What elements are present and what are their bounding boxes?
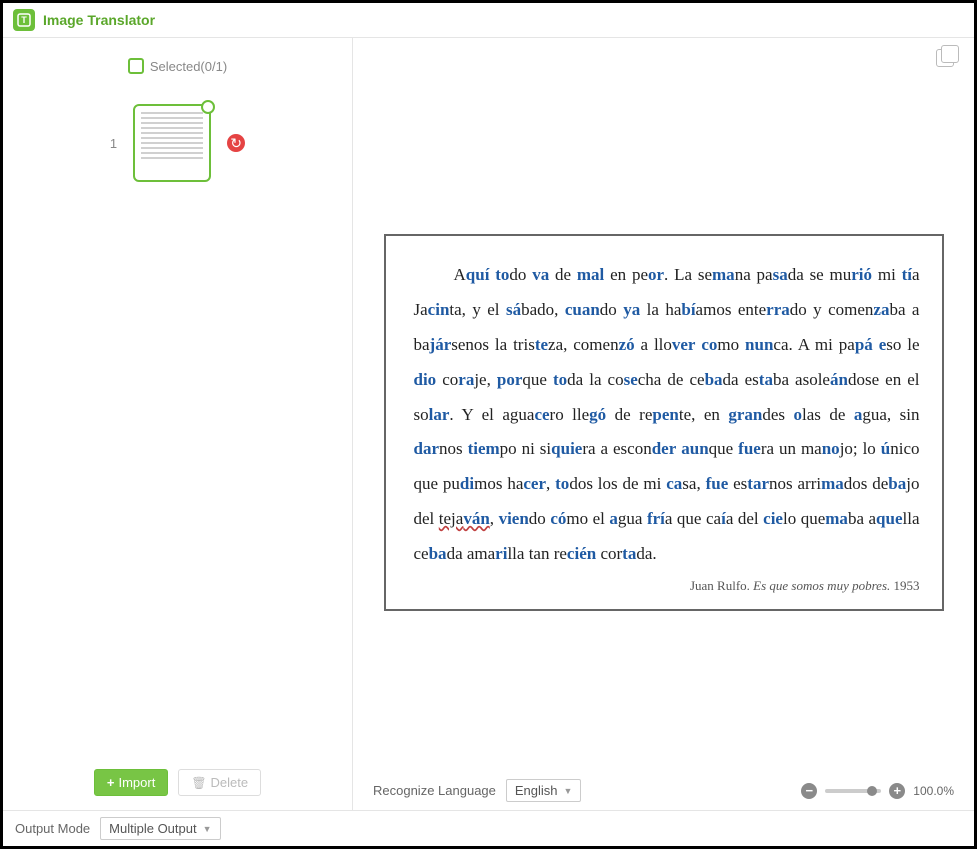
thumbnail-row: 1 ↻ — [15, 104, 340, 182]
zoom-value: 100.0% — [913, 784, 954, 798]
header: T Image Translator — [3, 3, 974, 38]
content: Aquí todo va de mal en peor. La semana p… — [353, 38, 974, 810]
output-mode-select[interactable]: Multiple Output ▼ — [100, 817, 220, 840]
select-all-checkbox[interactable] — [128, 58, 144, 74]
thumbnail-preview — [141, 112, 203, 174]
delete-label: Delete — [211, 775, 249, 790]
sidebar-actions: + Import 🗑 Delete — [15, 769, 340, 800]
bottombar: Output Mode Multiple Output ▼ — [3, 810, 974, 846]
zoom-out-button[interactable]: − — [801, 783, 817, 799]
delete-button[interactable]: 🗑 Delete — [178, 769, 261, 796]
app-icon: T — [13, 9, 35, 31]
zoom-slider-knob[interactable] — [867, 786, 877, 796]
document-preview: Aquí todo va de mal en peor. La semana p… — [384, 234, 944, 610]
caret-down-icon: ▼ — [564, 786, 573, 796]
app-title: Image Translator — [43, 12, 155, 28]
select-all-label: Selected(0/1) — [150, 59, 227, 74]
attribution-year: 1953 — [894, 578, 920, 593]
recognize-language-label: Recognize Language — [373, 783, 496, 798]
recognize-language-row: Recognize Language English ▼ — [373, 779, 581, 802]
document-attribution: Juan Rulfo. Es que somos muy pobres. 195… — [414, 578, 920, 595]
thumbnail-select-dot[interactable] — [201, 100, 215, 114]
zoom-controls: − + 100.0% — [801, 783, 954, 799]
output-mode-label: Output Mode — [15, 821, 90, 836]
attribution-title: Es que somos muy pobres. — [753, 578, 890, 593]
output-mode-value: Multiple Output — [109, 821, 196, 836]
import-label: Import — [118, 775, 155, 790]
preview-area: Aquí todo va de mal en peor. La semana p… — [353, 74, 974, 771]
recognize-language-select[interactable]: English ▼ — [506, 779, 582, 802]
zoom-in-button[interactable]: + — [889, 783, 905, 799]
select-all-row[interactable]: Selected(0/1) — [15, 58, 340, 74]
content-footer: Recognize Language English ▼ − + 100.0% — [353, 771, 974, 810]
document-body: Aquí todo va de mal en peor. La semana p… — [414, 258, 920, 572]
plus-icon: + — [107, 775, 115, 790]
attribution-author: Juan Rulfo. — [690, 578, 750, 593]
thumbnail[interactable] — [133, 104, 211, 182]
content-toolbar — [353, 38, 974, 74]
import-button[interactable]: + Import — [94, 769, 168, 796]
sidebar: Selected(0/1) 1 ↻ + Import 🗑 Delete — [3, 38, 353, 810]
copy-icon[interactable] — [936, 49, 954, 67]
svg-text:T: T — [21, 15, 27, 25]
caret-down-icon: ▼ — [203, 824, 212, 834]
trash-icon: 🗑 — [191, 776, 206, 790]
recognize-language-value: English — [515, 783, 558, 798]
refresh-status-icon[interactable]: ↻ — [227, 134, 245, 152]
main: Selected(0/1) 1 ↻ + Import 🗑 Delete — [3, 38, 974, 810]
thumbnail-index: 1 — [110, 136, 117, 151]
zoom-slider[interactable] — [825, 789, 881, 793]
